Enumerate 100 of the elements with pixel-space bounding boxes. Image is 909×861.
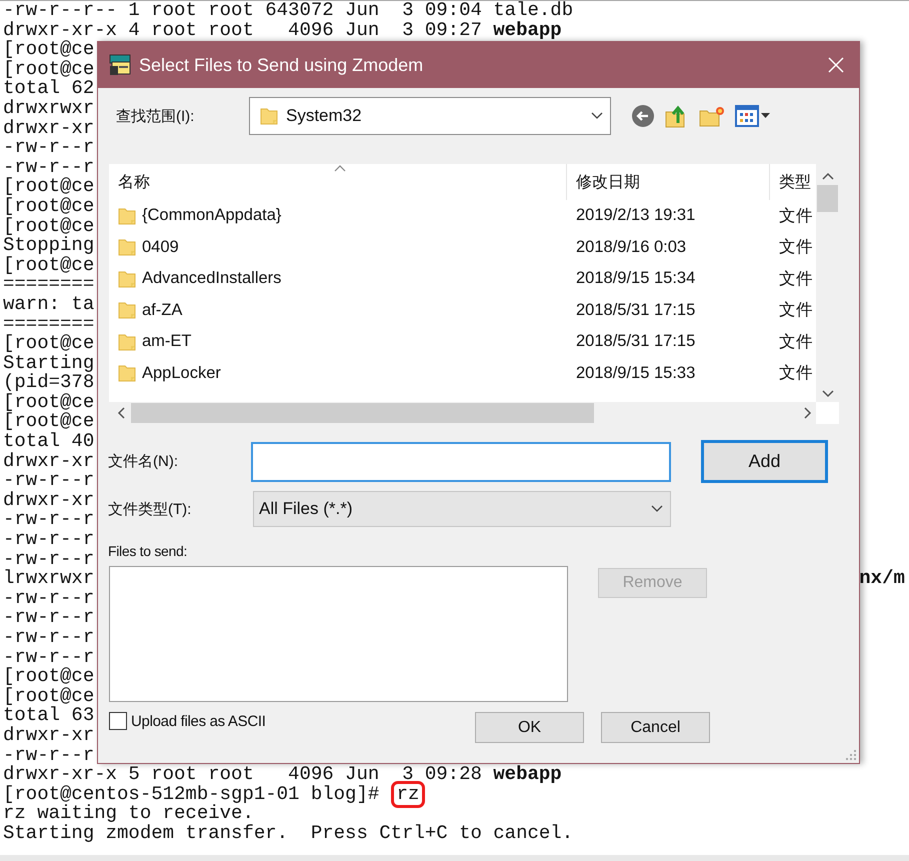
terminal-line: total 62 <box>3 79 94 99</box>
terminal-line: [root@ce <box>3 256 94 276</box>
files-to-send-label: Files to send: <box>108 543 188 559</box>
chevron-down-icon <box>590 111 604 121</box>
column-header[interactable]: 名称 <box>109 164 567 200</box>
chevron-right-icon <box>803 406 812 420</box>
terminal-line: drwxr-xr-x 5 root root 4096 Jun 3 09:28 webapp <box>3 765 562 785</box>
terminal-line: Stopping <box>3 236 94 256</box>
terminal-line: -rw-r--r <box>3 648 94 668</box>
file-date: 2018/5/31 17:15 <box>575 332 696 352</box>
checkbox[interactable] <box>109 712 127 730</box>
column-header[interactable]: 修改日期 <box>567 164 770 200</box>
terminal-line: [root@ce <box>3 392 94 412</box>
terminal-line: Starting zmodem transfer. Press Ctrl+C to cancel. <box>3 824 574 844</box>
terminal-text: nx/m <box>859 569 905 589</box>
look-in-label: 查找范围(I): <box>116 106 194 126</box>
terminal-line: total 63 <box>3 706 94 726</box>
chevron-down-icon <box>650 504 664 514</box>
terminal-line: -rw-r--r <box>3 138 94 158</box>
folder-icon <box>118 300 136 320</box>
terminal-line: drwxr-xr <box>3 118 94 138</box>
file-name[interactable]: af-ZA <box>142 300 182 320</box>
terminal-line: -rw-r--r <box>3 588 94 608</box>
file-type: 文件 <box>778 332 814 353</box>
terminal-line: lrwxrwxr <box>3 567 94 590</box>
terminal-line: drwxrwxr <box>3 98 94 119</box>
file-name[interactable]: {CommonAppdata} <box>142 206 282 226</box>
terminal-line: [root@ce <box>3 686 94 706</box>
terminal-line: total 40 <box>3 432 94 452</box>
ok-button[interactable]: OK <box>475 712 584 743</box>
folder-icon <box>118 332 136 352</box>
terminal-line: -rw-r--r <box>3 158 94 178</box>
terminal-line: rz waiting to receive. <box>3 804 254 824</box>
chevron-left-icon <box>117 406 126 420</box>
file-date: 2018/9/15 15:33 <box>575 364 696 383</box>
terminal-line: -rw-r--r <box>3 746 94 766</box>
file-type: 文件 <box>778 206 814 227</box>
cancel-button[interactable]: Cancel <box>601 712 710 743</box>
file-name[interactable]: AdvancedInstallers <box>142 269 282 288</box>
file-type-label: 文件类型(T): <box>108 500 192 518</box>
terminal-line: ======== <box>3 275 94 295</box>
terminal-line: ======== <box>3 314 94 334</box>
scroll-thumb[interactable] <box>817 185 838 212</box>
file-date: 2018/9/16 0:03 <box>575 238 688 257</box>
file-date: 2019/2/13 19:31 <box>575 206 696 226</box>
file-name-field[interactable] <box>251 442 671 482</box>
window-title: Select Files to Send using Zmodem <box>139 54 424 76</box>
file-type-dropdown[interactable]: All Files (*.*) <box>253 491 671 527</box>
checkbox-label: Upload files as ASCII <box>131 712 266 730</box>
terminal-line: -rw-r--r <box>3 550 94 570</box>
file-date: 2018/5/31 17:15 <box>575 300 696 320</box>
chevron-down-icon <box>820 389 834 398</box>
file-name[interactable]: am-ET <box>142 332 192 352</box>
file-name[interactable]: 0409 <box>142 238 179 257</box>
scroll-thumb[interactable] <box>131 403 594 423</box>
close-icon <box>827 56 845 74</box>
terminal-line: -rw-r--r <box>3 510 94 530</box>
new-folder-icon[interactable] <box>699 105 725 127</box>
terminal-line: (pid=378 <box>3 373 94 393</box>
terminal-line: drwxr-xr <box>3 726 94 746</box>
folder-icon <box>260 106 278 126</box>
folder-icon <box>118 268 136 289</box>
terminal-line: [root@ce <box>3 177 94 197</box>
back-icon[interactable] <box>631 104 655 128</box>
add-button[interactable]: Add <box>701 440 828 483</box>
terminal-line: [root@ce <box>3 196 94 217</box>
terminal-line: drwxr-xr <box>3 490 94 510</box>
terminal-line: [root@ce <box>3 60 94 80</box>
folder-icon <box>118 237 136 258</box>
terminal-line: [root@ce <box>3 334 94 354</box>
file-type: 文件 <box>778 363 814 384</box>
terminal-line: [root@ce <box>3 412 94 432</box>
file-type: 文件 <box>778 237 814 258</box>
folder-icon <box>118 363 136 384</box>
terminal-line: [root@centos-512mb-sgp1-01 blog]# <box>3 784 380 804</box>
terminal-line: drwxr-xr <box>3 452 94 472</box>
column-header[interactable]: 类型 <box>770 164 816 200</box>
file-date: 2018/9/15 15:34 <box>575 269 696 288</box>
terminal-line: -rw-r--r <box>3 608 94 628</box>
file-type: 文件 <box>778 300 814 322</box>
terminal-line: drwxr-xr-x 4 root root 4096 Jun 3 09:27 webapp <box>3 20 562 40</box>
view-menu-icon[interactable] <box>735 105 771 127</box>
file-name-label: 文件名(N): <box>108 452 179 471</box>
horizontal-scrollbar[interactable] <box>109 402 816 424</box>
terminal-line: -rw-r--r <box>3 628 94 648</box>
terminal-line: -rw-r--r <box>3 530 94 550</box>
terminal-line: warn: ta <box>3 294 94 314</box>
chevron-up-icon <box>820 172 834 181</box>
terminal-line: [root@ce <box>3 40 94 60</box>
resize-grip-icon <box>846 750 856 760</box>
terminal-line: -rw-r--r <box>3 471 94 491</box>
file-type: 文件 <box>778 268 814 290</box>
terminal-line: [root@ce <box>3 667 94 687</box>
terminal-line: [root@ce <box>3 216 94 236</box>
terminal-line: Starting <box>3 354 94 374</box>
app-icon <box>109 54 131 76</box>
file-name[interactable]: AppLocker <box>142 364 221 383</box>
terminal-line: -rw-r--r-- 1 root root 643072 Jun 3 09:04 tale.db <box>3 1 574 21</box>
location-dropdown[interactable]: System32 <box>249 97 611 135</box>
sort-up-icon <box>334 164 346 172</box>
